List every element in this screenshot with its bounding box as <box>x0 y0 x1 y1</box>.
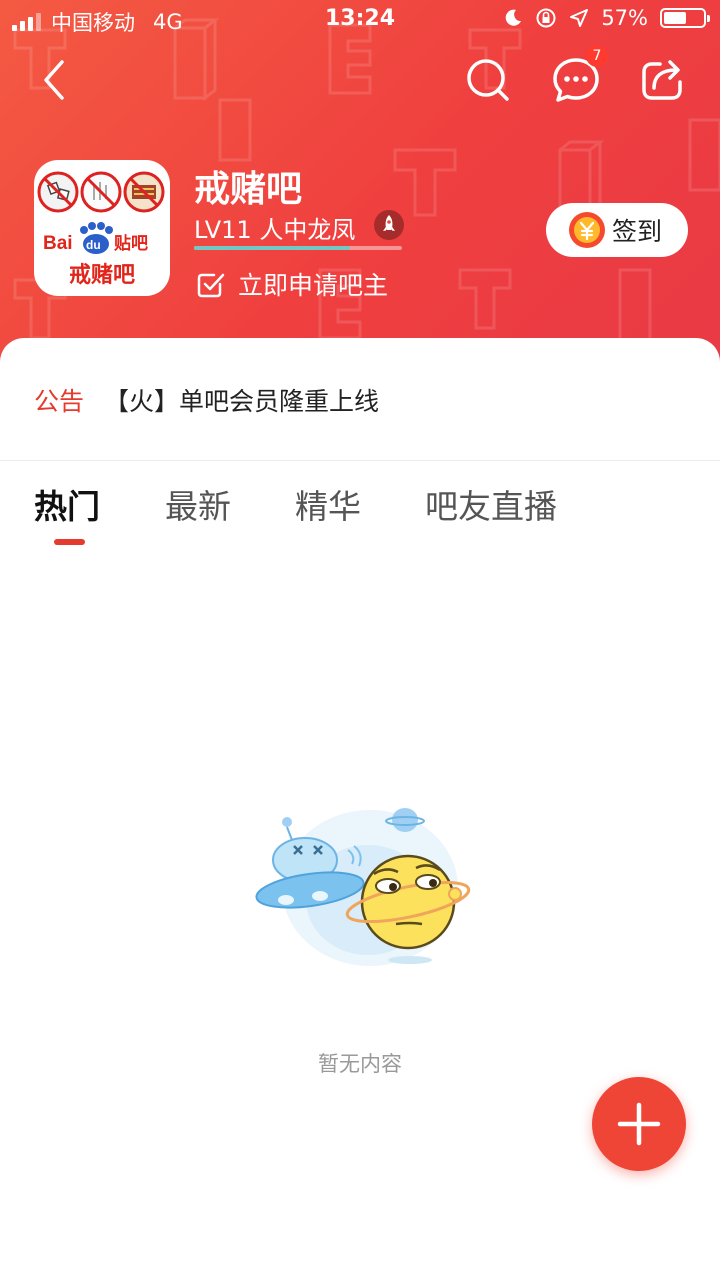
empty-state-text: 暂无内容 <box>318 1052 402 1076</box>
chevron-left-icon[interactable] <box>30 56 78 104</box>
new-post-button[interactable] <box>592 1077 686 1171</box>
plus-icon <box>617 1102 661 1146</box>
apply-moderator-label: 立即申请吧主 <box>238 271 389 300</box>
forum-logo-image: Bai du 贴吧 戒赌吧 <box>37 171 165 288</box>
notice-bar[interactable]: 公告 【火】单吧会员隆重上线 <box>34 382 379 418</box>
avatar-brand-du: du <box>86 238 101 252</box>
rocket-icon[interactable] <box>374 210 404 240</box>
level-progress-fill <box>194 246 350 250</box>
avatar-brand-text: Bai <box>43 233 73 254</box>
checkin-button[interactable]: 签到 <box>546 203 688 257</box>
status-bar: 中国移动 4G 13:24 57% <box>0 0 720 40</box>
avatar-brand-tieba: 贴吧 <box>114 233 148 254</box>
tab-live[interactable]: 吧友直播 <box>425 480 557 528</box>
battery-icon <box>660 8 710 28</box>
level-progress-bar <box>194 246 402 250</box>
tab-hot[interactable]: 热门 <box>34 480 100 528</box>
moon-icon <box>506 9 522 26</box>
rotation-lock-icon <box>536 8 556 28</box>
forum-header: 中国移动 4G 13:24 57% 7 Bai du 贴吧 戒赌吧 戒赌吧 LV… <box>0 0 720 380</box>
notice-tag: 公告 <box>34 387 85 416</box>
battery-fill <box>664 12 686 24</box>
forum-avatar[interactable]: Bai du 贴吧 戒赌吧 <box>34 160 170 296</box>
notice-text: 【火】单吧会员隆重上线 <box>104 387 380 416</box>
search-icon[interactable] <box>464 56 512 104</box>
forum-level: LV11 人中龙凤 <box>194 216 356 244</box>
empty-state-illustration <box>255 808 471 966</box>
apply-moderator-button[interactable]: 立即申请吧主 <box>196 266 388 302</box>
battery-percent: 57% <box>601 6 648 30</box>
share-icon[interactable] <box>640 56 688 104</box>
checkin-label: 签到 <box>612 217 663 246</box>
messages-badge: 7 <box>586 45 608 67</box>
avatar-forum-name: 戒赌吧 <box>69 263 135 288</box>
active-tab-indicator <box>54 539 85 545</box>
divider <box>0 460 720 461</box>
coin-icon <box>569 212 605 248</box>
tab-featured[interactable]: 精华 <box>295 480 361 528</box>
tab-latest[interactable]: 最新 <box>165 480 231 528</box>
tab-bar: 热门 最新 精华 吧友直播 <box>0 480 720 550</box>
location-icon <box>570 9 589 27</box>
forum-name: 戒赌吧 <box>194 169 303 210</box>
checkbox-icon <box>197 273 225 298</box>
